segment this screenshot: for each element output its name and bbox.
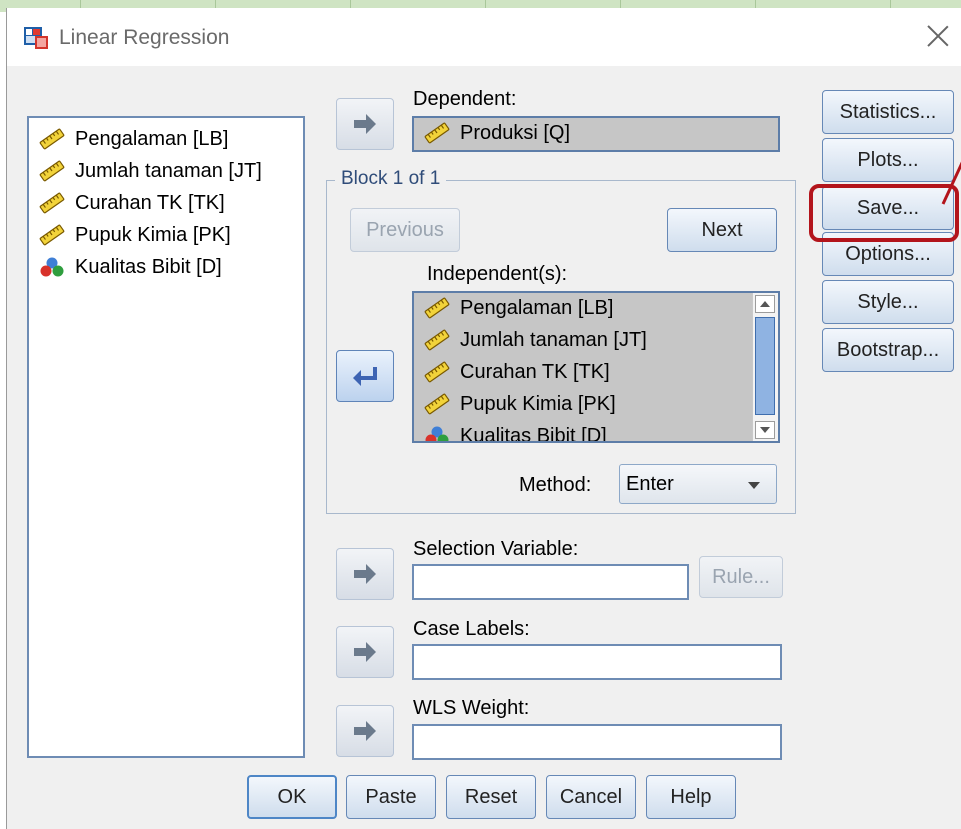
scale-ruler-icon [39,192,65,214]
move-to-case-labels-button[interactable] [336,626,394,678]
source-variable-list[interactable]: Pengalaman [LB] Jumlah tanaman [JT] Cura… [27,116,305,758]
list-item[interactable]: Curahan TK [TK] [29,187,303,219]
title-bar: Linear Regression [7,8,961,66]
list-item[interactable]: Pengalaman [LB] [29,123,303,155]
previous-button[interactable]: Previous [350,208,460,252]
scroll-up-button[interactable] [755,295,775,313]
scale-ruler-icon [424,393,450,415]
callout-line [941,161,961,205]
variable-label: Pengalaman [LB] [460,297,614,319]
list-item[interactable]: Kualitas Bibit [D] [29,251,303,283]
block-title: Block 1 of 1 [335,168,447,190]
variable-label: Curahan TK [TK] [75,192,225,214]
wls-weight-label: WLS Weight: [413,697,530,719]
chevron-down-icon [748,482,760,489]
method-select[interactable]: Enter [619,464,777,504]
case-labels-field[interactable] [412,644,782,680]
variable-label: Curahan TK [TK] [460,361,610,383]
arrow-right-icon [354,721,376,741]
scale-ruler-icon [424,361,450,383]
list-item[interactable]: Pupuk Kimia [PK] [29,219,303,251]
list-item[interactable]: Jumlah tanaman [JT] [29,155,303,187]
move-to-dependent-button[interactable] [336,98,394,150]
variable-label: Jumlah tanaman [JT] [460,329,647,351]
plots-button[interactable]: Plots... [822,138,954,182]
style-button[interactable]: Style... [822,280,954,324]
arrow-right-icon [354,564,376,584]
chevron-up-icon [760,301,770,307]
scale-ruler-icon [39,160,65,182]
dependent-label: Dependent: [413,88,517,110]
list-item[interactable]: Kualitas Bibit [D] [414,421,778,443]
bootstrap-button[interactable]: Bootstrap... [822,328,954,372]
independents-label: Independent(s): [427,263,568,285]
move-to-wls-weight-button[interactable] [336,705,394,757]
scroll-thumb[interactable] [755,317,775,415]
scale-ruler-icon [424,122,450,144]
move-to-independents-button[interactable] [336,350,394,402]
scale-ruler-icon [39,224,65,246]
list-item[interactable]: Pupuk Kimia [PK] [414,389,778,421]
list-item[interactable]: Jumlah tanaman [JT] [414,325,778,357]
statistics-button[interactable]: Statistics... [822,90,954,134]
method-value: Enter [626,473,674,495]
reset-button[interactable]: Reset [446,775,536,819]
scroll-down-button[interactable] [755,421,775,439]
dependent-field[interactable]: Produksi [Q] [412,116,780,152]
rule-button[interactable]: Rule... [699,556,783,598]
close-icon[interactable] [923,21,953,51]
selection-variable-field[interactable] [412,564,689,600]
variable-label: Produksi [Q] [460,122,571,144]
window-title: Linear Regression [59,26,230,49]
scale-ruler-icon [424,297,450,319]
regression-app-icon [24,27,48,49]
arrow-left-curved-icon [353,367,377,386]
independents-list[interactable]: Pengalaman [LB] Jumlah tanaman [JT] Cura… [412,291,780,443]
variable-label: Kualitas Bibit [D] [75,256,222,278]
scale-ruler-icon [424,329,450,351]
list-item[interactable]: Curahan TK [TK] [414,357,778,389]
nominal-balls-icon [40,257,64,277]
scale-ruler-icon [39,128,65,150]
variable-label: Pupuk Kimia [PK] [75,224,231,246]
ok-button[interactable]: OK [247,775,337,819]
linear-regression-dialog: Linear Regression Pengalaman [LB] Jumlah… [6,8,961,829]
next-button[interactable]: Next [667,208,777,252]
nominal-balls-icon [425,426,449,441]
variable-label: Pupuk Kimia [PK] [460,393,616,415]
move-to-selection-button[interactable] [336,548,394,600]
variable-label: Pengalaman [LB] [75,128,229,150]
wls-weight-field[interactable] [412,724,782,760]
paste-button[interactable]: Paste [346,775,436,819]
variable-label: Jumlah tanaman [JT] [75,160,262,182]
list-item[interactable]: Pengalaman [LB] [414,293,778,325]
cancel-button[interactable]: Cancel [546,775,636,819]
arrow-right-icon [354,642,376,662]
save-highlight-box [809,184,959,242]
selection-variable-label: Selection Variable: [413,538,579,560]
case-labels-label: Case Labels: [413,618,530,640]
independents-scrollbar[interactable] [752,293,778,441]
arrow-right-icon [354,114,376,134]
help-button[interactable]: Help [646,775,736,819]
chevron-down-icon [760,427,770,433]
variable-label: Kualitas Bibit [D] [460,425,607,443]
method-label: Method: [519,474,592,496]
list-item[interactable]: Produksi [Q] [414,118,778,150]
